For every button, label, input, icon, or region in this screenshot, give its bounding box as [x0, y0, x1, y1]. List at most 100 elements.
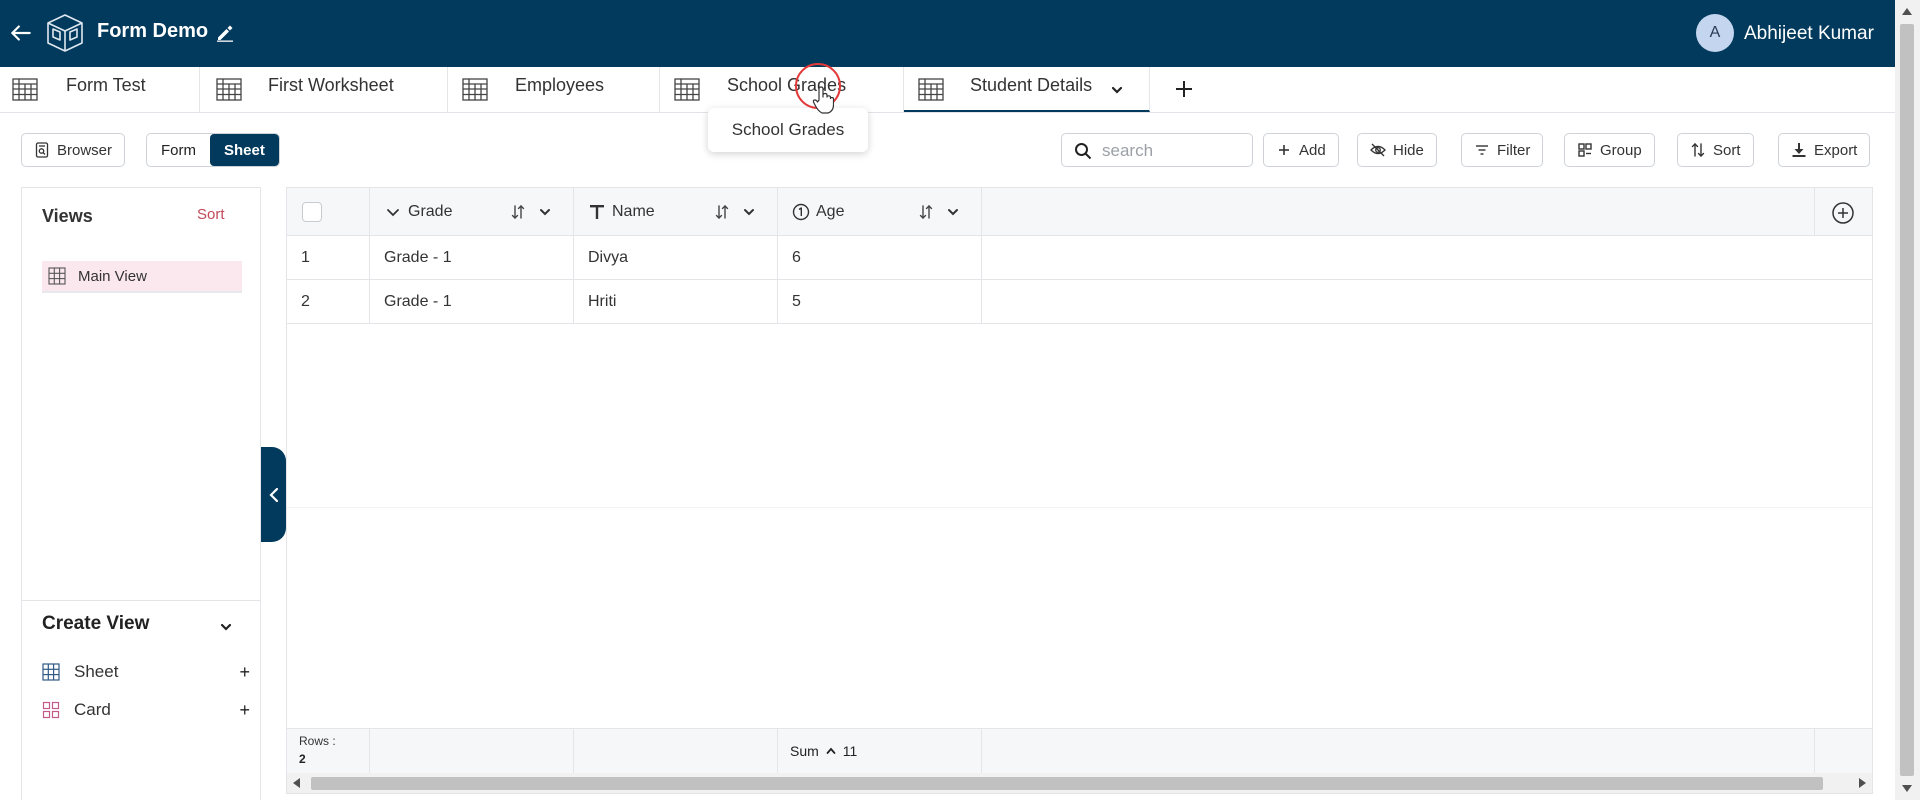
form-toggle-button[interactable]: Form: [147, 134, 210, 166]
add-column-cell: [1814, 188, 1872, 236]
grid-header-row: Grade Name Age: [287, 188, 1872, 236]
add-column-circle-plus-icon[interactable]: [1831, 201, 1855, 225]
table-grid-icon: [48, 267, 66, 285]
tab-tooltip: School Grades: [708, 108, 868, 152]
search-icon: [1075, 143, 1092, 160]
tab-school-grades[interactable]: School Grades: [660, 67, 904, 112]
table-grid-icon: [216, 78, 242, 101]
age-cell[interactable]: 6: [778, 236, 982, 279]
sort-arrows-icon[interactable]: [713, 203, 731, 221]
footer-cell-grade[interactable]: [370, 729, 574, 774]
scroll-up-arrow[interactable]: [1902, 8, 1912, 15]
horizontal-scroll-thumb[interactable]: [311, 777, 1823, 790]
footer-cell-age[interactable]: Sum 11: [778, 729, 982, 774]
tab-label: Employees: [515, 75, 605, 95]
browser-button[interactable]: Browser: [21, 133, 126, 167]
column-label: Name: [612, 203, 655, 220]
tab-label: Student Details: [970, 75, 1093, 95]
table-grid-icon: [918, 78, 944, 101]
sort-arrows-icon[interactable]: [917, 203, 935, 221]
tab-student-details[interactable]: Student Details: [904, 67, 1150, 112]
views-sort-link[interactable]: Sort: [197, 206, 225, 223]
group-icon: [1578, 143, 1592, 157]
export-button[interactable]: Export: [1778, 133, 1871, 167]
name-cell[interactable]: Divya: [574, 236, 778, 279]
rows-count-cell: Rows : 2: [287, 729, 370, 774]
tab-employees[interactable]: Employees: [448, 67, 660, 112]
scroll-left-arrow[interactable]: [293, 778, 300, 788]
add-label: Add: [1299, 141, 1326, 159]
table-row: 1 Grade - 1 Divya 6: [287, 236, 1872, 280]
scroll-down-arrow[interactable]: [1902, 785, 1912, 792]
chevron-left-icon: [268, 487, 278, 502]
tab-label: Form Test: [66, 75, 146, 95]
chevron-down-icon[interactable]: [218, 619, 234, 635]
user-name[interactable]: Abhijeet Kumar: [1744, 23, 1874, 45]
grid-footer-row: Rows : 2 Sum 11: [287, 728, 1872, 774]
create-card-view[interactable]: Card +: [42, 696, 250, 724]
view-item-main-view[interactable]: Main View: [42, 261, 242, 293]
column-header-grade[interactable]: Grade: [370, 188, 574, 236]
tab-first-worksheet[interactable]: First Worksheet: [200, 67, 448, 112]
sort-button[interactable]: Sort: [1677, 133, 1754, 167]
table-row: 2 Grade - 1 Hriti 5: [287, 280, 1872, 324]
create-sheet-view[interactable]: Sheet +: [42, 658, 250, 686]
plus-icon: [1279, 145, 1289, 155]
select-all-cell: [287, 188, 370, 236]
group-button[interactable]: Group: [1564, 133, 1655, 167]
browser-doc-icon: [35, 142, 49, 158]
back-arrow-icon[interactable]: [8, 20, 34, 46]
chevron-up-icon: [826, 747, 836, 754]
chevron-down-icon[interactable]: [1110, 83, 1124, 97]
footer-cell-name[interactable]: [574, 729, 778, 774]
grade-cell[interactable]: Grade - 1: [370, 280, 574, 323]
create-sheet-plus[interactable]: +: [239, 662, 250, 683]
pencil-edit-icon[interactable]: [216, 24, 234, 42]
scroll-right-arrow[interactable]: [1859, 778, 1866, 788]
select-all-checkbox[interactable]: [302, 202, 322, 222]
row-number[interactable]: 2: [287, 280, 370, 323]
chevron-down-icon[interactable]: [946, 205, 960, 219]
column-label: Grade: [408, 203, 453, 220]
chevron-down-icon[interactable]: [538, 205, 552, 219]
grade-cell[interactable]: Grade - 1: [370, 236, 574, 279]
views-title: Views: [42, 206, 93, 226]
rows-count: 2: [299, 752, 306, 766]
sum-value: 11: [842, 743, 858, 759]
column-label: Age: [816, 203, 845, 220]
add-tab-plus-icon[interactable]: [1170, 75, 1198, 103]
sort-arrows-icon[interactable]: [509, 203, 527, 221]
sheet-toggle-button[interactable]: Sheet: [210, 134, 279, 166]
column-header-age[interactable]: Age: [778, 188, 982, 236]
view-item-label: Main View: [78, 267, 147, 285]
column-header-name[interactable]: Name: [574, 188, 778, 236]
sum-aggregate[interactable]: Sum 11: [790, 743, 857, 759]
number-type-icon: [792, 203, 810, 221]
row-number[interactable]: 1: [287, 236, 370, 279]
age-cell[interactable]: 5: [778, 280, 982, 323]
create-view-title: Create View: [42, 613, 150, 634]
add-button[interactable]: Add: [1263, 133, 1339, 167]
views-panel: Views Sort Main View Create View Sheet +…: [21, 187, 261, 800]
create-card-plus[interactable]: +: [239, 700, 250, 721]
search-input[interactable]: [1102, 140, 1242, 162]
collapse-panel-handle[interactable]: [261, 447, 286, 542]
table-grid-icon: [42, 663, 60, 681]
table-grid-icon: [462, 78, 488, 101]
avatar[interactable]: A: [1696, 14, 1734, 52]
hand-pointer-cursor-icon: [812, 86, 834, 114]
search-box[interactable]: [1061, 133, 1253, 167]
name-cell[interactable]: Hriti: [574, 280, 778, 323]
vertical-scroll-thumb[interactable]: [1900, 24, 1914, 776]
create-card-label: Card: [74, 700, 111, 719]
rows-label: Rows :: [299, 734, 336, 748]
horizontal-scrollbar[interactable]: [287, 773, 1872, 793]
hide-label: Hide: [1393, 141, 1424, 159]
chevron-down-icon[interactable]: [742, 205, 756, 219]
create-sheet-label: Sheet: [74, 662, 119, 681]
app-title: Form Demo: [97, 20, 209, 42]
hide-button[interactable]: Hide: [1357, 133, 1437, 167]
tab-form-test[interactable]: Form Test: [0, 67, 200, 112]
vertical-scrollbar[interactable]: [1895, 0, 1920, 800]
filter-button[interactable]: Filter: [1461, 133, 1544, 167]
